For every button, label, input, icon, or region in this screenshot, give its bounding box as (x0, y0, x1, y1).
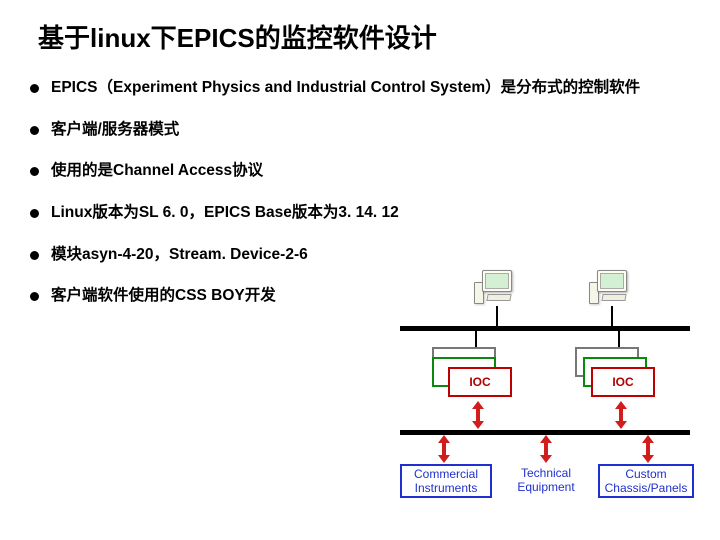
bullet-dot-icon (30, 209, 39, 218)
list-item: EPICS（Experiment Physics and Industrial … (30, 77, 720, 99)
bullet-dot-icon (30, 126, 39, 135)
workstation-icon (475, 270, 519, 310)
bullet-dot-icon (30, 84, 39, 93)
ioc-card: IOC (591, 367, 655, 397)
list-item: Linux版本为SL 6. 0，EPICS Base版本为3. 14. 12 (30, 202, 720, 224)
network-bus (400, 326, 690, 331)
bullet-text: 客户端/服务器模式 (51, 119, 179, 141)
double-arrow-icon (642, 435, 654, 463)
commercial-instruments-box: Commercial Instruments (400, 464, 492, 498)
list-item: 模块asyn-4-20，Stream. Device-2-6 (30, 244, 720, 266)
connector-line (496, 306, 498, 326)
workstation-icon (590, 270, 634, 310)
bullet-text: 客户端软件使用的CSS BOY开发 (51, 285, 276, 307)
bullet-dot-icon (30, 251, 39, 260)
bullet-text: 使用的是Channel Access协议 (51, 160, 263, 182)
ioc-stack-right: IOC IOC IOC (575, 347, 653, 403)
list-item: 使用的是Channel Access协议 (30, 160, 720, 182)
double-arrow-icon (615, 401, 627, 429)
bullet-text: Linux版本为SL 6. 0，EPICS Base版本为3. 14. 12 (51, 202, 399, 224)
list-item: 客户端/服务器模式 (30, 119, 720, 141)
bullet-text: EPICS（Experiment Physics and Industrial … (51, 77, 640, 99)
custom-chassis-box: Custom Chassis/Panels (598, 464, 694, 498)
architecture-diagram: IOC CAS IOC IOC IOC IOC Commercial Instr… (390, 270, 700, 520)
double-arrow-icon (438, 435, 450, 463)
bullet-dot-icon (30, 167, 39, 176)
connector-line (618, 331, 620, 347)
double-arrow-icon (540, 435, 552, 463)
connector-line (475, 331, 477, 347)
connector-line (611, 306, 613, 326)
ioc-stack-left: IOC CAS IOC (432, 347, 510, 403)
bullet-dot-icon (30, 292, 39, 301)
bullet-text: 模块asyn-4-20，Stream. Device-2-6 (51, 244, 308, 266)
slide-title: 基于linux下EPICS的监控软件设计 (0, 0, 720, 55)
double-arrow-icon (472, 401, 484, 429)
technical-equipment-label: Technical Equipment (506, 466, 586, 495)
ioc-card: IOC (448, 367, 512, 397)
